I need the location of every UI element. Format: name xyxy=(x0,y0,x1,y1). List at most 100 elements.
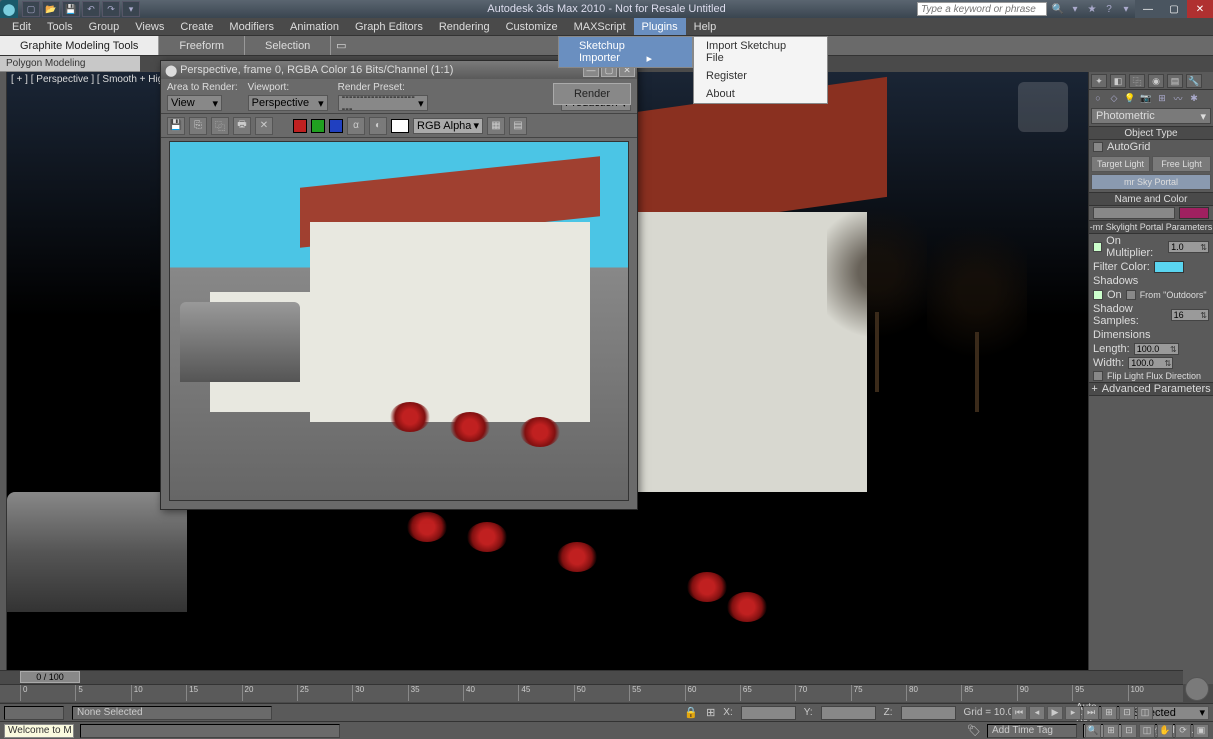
flip-checkbox[interactable] xyxy=(1093,371,1103,381)
toggle-overlay-icon[interactable]: ▦ xyxy=(487,117,505,135)
menu-animation[interactable]: Animation xyxy=(282,18,347,35)
next-frame-icon[interactable]: ▸ xyxy=(1065,706,1081,720)
btn-target-light[interactable]: Target Light xyxy=(1091,156,1150,172)
subtab-cameras-icon[interactable]: 📷 xyxy=(1139,92,1153,104)
star-icon[interactable]: ★ xyxy=(1085,2,1099,16)
tab-motion-icon[interactable]: ◉ xyxy=(1148,74,1164,88)
maximize-button[interactable]: ▢ xyxy=(1161,0,1187,18)
nav-icon-1[interactable]: ⊞ xyxy=(1101,706,1117,720)
blue-channel[interactable] xyxy=(329,119,343,133)
multiplier-spinner[interactable]: 1.0 xyxy=(1168,241,1209,253)
nav-icon-2[interactable]: ⊡ xyxy=(1119,706,1135,720)
btn-sky-portal[interactable]: mr Sky Portal xyxy=(1091,174,1211,190)
channel-dropdown[interactable]: RGB Alpha▾ xyxy=(413,118,483,134)
samples-spinner[interactable]: 16 xyxy=(1171,309,1209,321)
play-icon[interactable]: ▶ xyxy=(1047,706,1063,720)
subtab-lights-icon[interactable]: 💡 xyxy=(1123,92,1137,104)
tab-display-icon[interactable]: ▤ xyxy=(1167,74,1183,88)
app-icon[interactable]: ⬤ xyxy=(0,0,18,18)
menu-customize[interactable]: Customize xyxy=(498,18,566,35)
goto-end-icon[interactable]: ⏭ xyxy=(1083,706,1099,720)
qat-undo-icon[interactable]: ↶ xyxy=(82,1,100,17)
close-button[interactable]: ✕ xyxy=(1187,0,1213,18)
nav-icon-3[interactable]: ◫ xyxy=(1137,706,1153,720)
zoom-extents-icon[interactable]: ⊡ xyxy=(1121,724,1137,738)
menu-create[interactable]: Create xyxy=(172,18,221,35)
menu-maxscript[interactable]: MAXScript xyxy=(566,18,634,35)
mono-channel-icon[interactable]: ◐ xyxy=(369,117,387,135)
rgb-swatch[interactable] xyxy=(391,119,409,133)
tab-graphite[interactable]: Graphite Modeling Tools xyxy=(0,36,159,55)
pan-icon[interactable]: ✋ xyxy=(1157,724,1173,738)
red-channel[interactable] xyxy=(293,119,307,133)
menu-views[interactable]: Views xyxy=(127,18,172,35)
ribbon-overflow-icon[interactable]: ▭ xyxy=(331,36,351,55)
welcome-prompt[interactable]: Welcome to M xyxy=(4,724,74,738)
qat-new-icon[interactable]: ▢ xyxy=(22,1,40,17)
render-button[interactable]: Render xyxy=(553,83,631,105)
subtab-systems-icon[interactable]: ✱ xyxy=(1187,92,1201,104)
menu-rendering[interactable]: Rendering xyxy=(431,18,498,35)
time-slider[interactable]: 0 / 100 xyxy=(0,671,1183,685)
category-dropdown[interactable]: Photometric▾ xyxy=(1091,108,1211,124)
clear-icon[interactable]: ✕ xyxy=(255,117,273,135)
viewport-dropdown[interactable]: Perspective▾ xyxy=(248,95,328,111)
subtab-spacewarps-icon[interactable]: 〰 xyxy=(1171,92,1185,104)
section-object-type[interactable]: Object Type xyxy=(1089,126,1213,140)
z-input[interactable] xyxy=(901,706,956,720)
menu-group[interactable]: Group xyxy=(81,18,128,35)
menu-graph-editors[interactable]: Graph Editors xyxy=(347,18,431,35)
menu-tools[interactable]: Tools xyxy=(39,18,81,35)
prev-frame-icon[interactable]: ◂ xyxy=(1029,706,1045,720)
autogrid-checkbox[interactable] xyxy=(1093,142,1103,152)
tab-utilities-icon[interactable]: 🔧 xyxy=(1186,74,1202,88)
qat-save-icon[interactable]: 💾 xyxy=(62,1,80,17)
subtab-geometry-icon[interactable]: ○ xyxy=(1091,92,1105,104)
minilistener[interactable] xyxy=(4,706,64,720)
tab-create-icon[interactable]: ✦ xyxy=(1091,74,1107,88)
shadows-on-checkbox[interactable] xyxy=(1093,290,1103,300)
zoom-icon[interactable]: 🔍 xyxy=(1085,724,1101,738)
trackbar-scrub-icon[interactable] xyxy=(1185,677,1209,701)
help-dropdown-icon[interactable]: ▾ xyxy=(1119,2,1133,16)
menu-about[interactable]: About xyxy=(694,85,827,103)
menu-modifiers[interactable]: Modifiers xyxy=(221,18,282,35)
section-name-color[interactable]: Name and Color xyxy=(1089,192,1213,206)
fov-icon[interactable]: ◫ xyxy=(1139,724,1155,738)
goto-start-icon[interactable]: ⏮ xyxy=(1011,706,1027,720)
copy-image-icon[interactable]: ⎘ xyxy=(189,117,207,135)
menu-import-sketchup[interactable]: Import Sketchup File xyxy=(694,37,827,67)
tab-selection[interactable]: Selection xyxy=(245,36,331,55)
tag-icon[interactable]: 🏷 xyxy=(967,724,981,737)
maximize-viewport-icon[interactable]: ▣ xyxy=(1193,724,1209,738)
viewport-label[interactable]: [ + ] [ Perspective ] [ Smooth + Highlig xyxy=(11,74,179,85)
binoculars-icon[interactable]: 🔍 xyxy=(1051,2,1065,16)
name-input[interactable] xyxy=(1093,207,1175,219)
qat-redo-icon[interactable]: ↷ xyxy=(102,1,120,17)
save-image-icon[interactable]: 💾 xyxy=(167,117,185,135)
help-icon[interactable]: ? xyxy=(1102,2,1116,16)
preset-dropdown[interactable]: -----------------------▾ xyxy=(338,95,428,111)
area-dropdown[interactable]: View▾ xyxy=(167,95,222,111)
add-time-tag[interactable]: Add Time Tag xyxy=(987,724,1077,738)
qat-open-icon[interactable]: 📂 xyxy=(42,1,60,17)
menu-plugins[interactable]: Plugins xyxy=(634,18,686,35)
btn-free-light[interactable]: Free Light xyxy=(1152,156,1211,172)
width-spinner[interactable]: 100.0 xyxy=(1128,357,1173,369)
menu-sketchup-importer[interactable]: Sketchup Importer ▸ xyxy=(559,37,692,67)
sub-ribbon-polygon[interactable]: Polygon Modeling xyxy=(0,56,140,72)
menu-edit[interactable]: Edit xyxy=(4,18,39,35)
menu-help[interactable]: Help xyxy=(686,18,725,35)
script-listener[interactable] xyxy=(80,724,340,738)
zoom-all-icon[interactable]: ⊞ xyxy=(1103,724,1119,738)
viewcube[interactable] xyxy=(1018,82,1068,132)
green-channel[interactable] xyxy=(311,119,325,133)
toggle-ui-icon[interactable]: ▤ xyxy=(509,117,527,135)
minimize-button[interactable]: — xyxy=(1135,0,1161,18)
subtab-helpers-icon[interactable]: ⊞ xyxy=(1155,92,1169,104)
tab-hierarchy-icon[interactable]: ⿻ xyxy=(1129,74,1145,88)
print-icon[interactable]: 🖶 xyxy=(233,117,251,135)
length-spinner[interactable]: 100.0 xyxy=(1134,343,1179,355)
lock-icon[interactable]: 🔒 xyxy=(684,706,698,719)
on-multiplier-checkbox[interactable] xyxy=(1093,242,1102,252)
